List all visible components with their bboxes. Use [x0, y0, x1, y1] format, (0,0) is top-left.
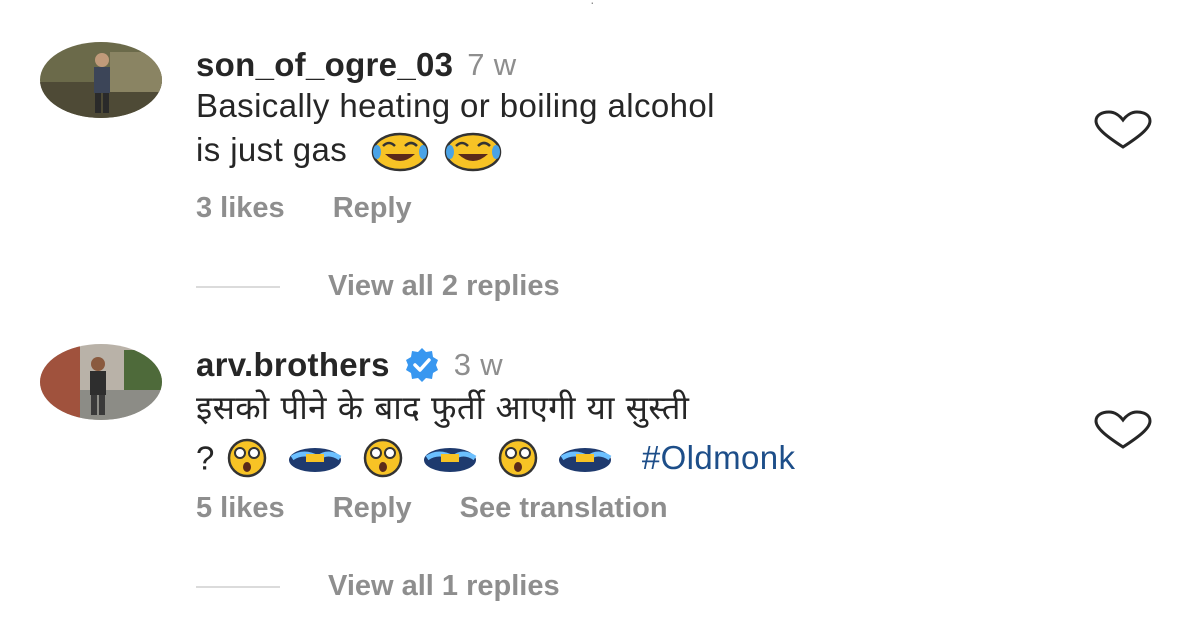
dizzy-face-emoji — [360, 438, 406, 478]
face-with-tears-of-joy-emoji — [444, 132, 502, 172]
avatar[interactable] — [40, 42, 162, 118]
dashing-away-emoji — [556, 438, 614, 478]
username-link[interactable]: arv.brothers — [196, 346, 390, 384]
timestamp[interactable]: 7 w — [467, 47, 516, 83]
like-heart-icon[interactable] — [1092, 410, 1154, 450]
replies-divider — [196, 585, 280, 588]
dashing-away-emoji — [286, 438, 344, 478]
comment-header: son_of_ogre_03 7 w — [196, 46, 516, 84]
dizzy-face-emoji — [224, 438, 270, 478]
comment-text: Basically heating or boiling alcohol is … — [196, 84, 715, 172]
top-separator-dot: · — [590, 0, 595, 10]
comment-line-2-text: ? — [196, 439, 215, 477]
comment-line-2: ? #Oldmonk — [196, 434, 795, 480]
comment-text: इसको पीने के बाद फुर्ती आएगी या सुस्ती ?… — [196, 386, 795, 480]
likes-count[interactable]: 5 likes — [196, 492, 285, 525]
reply-button[interactable]: Reply — [333, 492, 412, 525]
comment-line-1: Basically heating or boiling alcohol — [196, 87, 715, 124]
comment-actions: 5 likes Reply See translation — [196, 492, 668, 525]
comment-header: arv.brothers 3 w — [196, 346, 503, 384]
dashing-away-emoji — [421, 438, 479, 478]
comment-line-2: is just gas — [196, 128, 715, 172]
view-replies-button[interactable]: View all 1 replies — [328, 570, 560, 603]
face-with-tears-of-joy-emoji — [371, 132, 429, 172]
username-link[interactable]: son_of_ogre_03 — [196, 46, 453, 84]
verified-badge-icon — [404, 347, 440, 383]
likes-count[interactable]: 3 likes — [196, 192, 285, 225]
reply-button[interactable]: Reply — [333, 192, 412, 225]
comment-actions: 3 likes Reply — [196, 192, 412, 225]
hashtag-link[interactable]: #Oldmonk — [642, 439, 796, 476]
comment-line-2-text: is just gas — [196, 131, 348, 168]
like-heart-icon[interactable] — [1092, 110, 1154, 150]
dizzy-face-emoji — [495, 438, 541, 478]
replies-divider — [196, 285, 280, 288]
timestamp[interactable]: 3 w — [454, 347, 503, 383]
view-replies-button[interactable]: View all 2 replies — [328, 270, 560, 303]
view-replies[interactable]: View all 1 replies — [196, 570, 560, 603]
comment-line-1: इसको पीने के बाद फुर्ती आएगी या सुस्ती — [196, 388, 690, 427]
see-translation-button[interactable]: See translation — [460, 492, 668, 525]
view-replies[interactable]: View all 2 replies — [196, 270, 560, 303]
avatar[interactable] — [40, 344, 162, 420]
